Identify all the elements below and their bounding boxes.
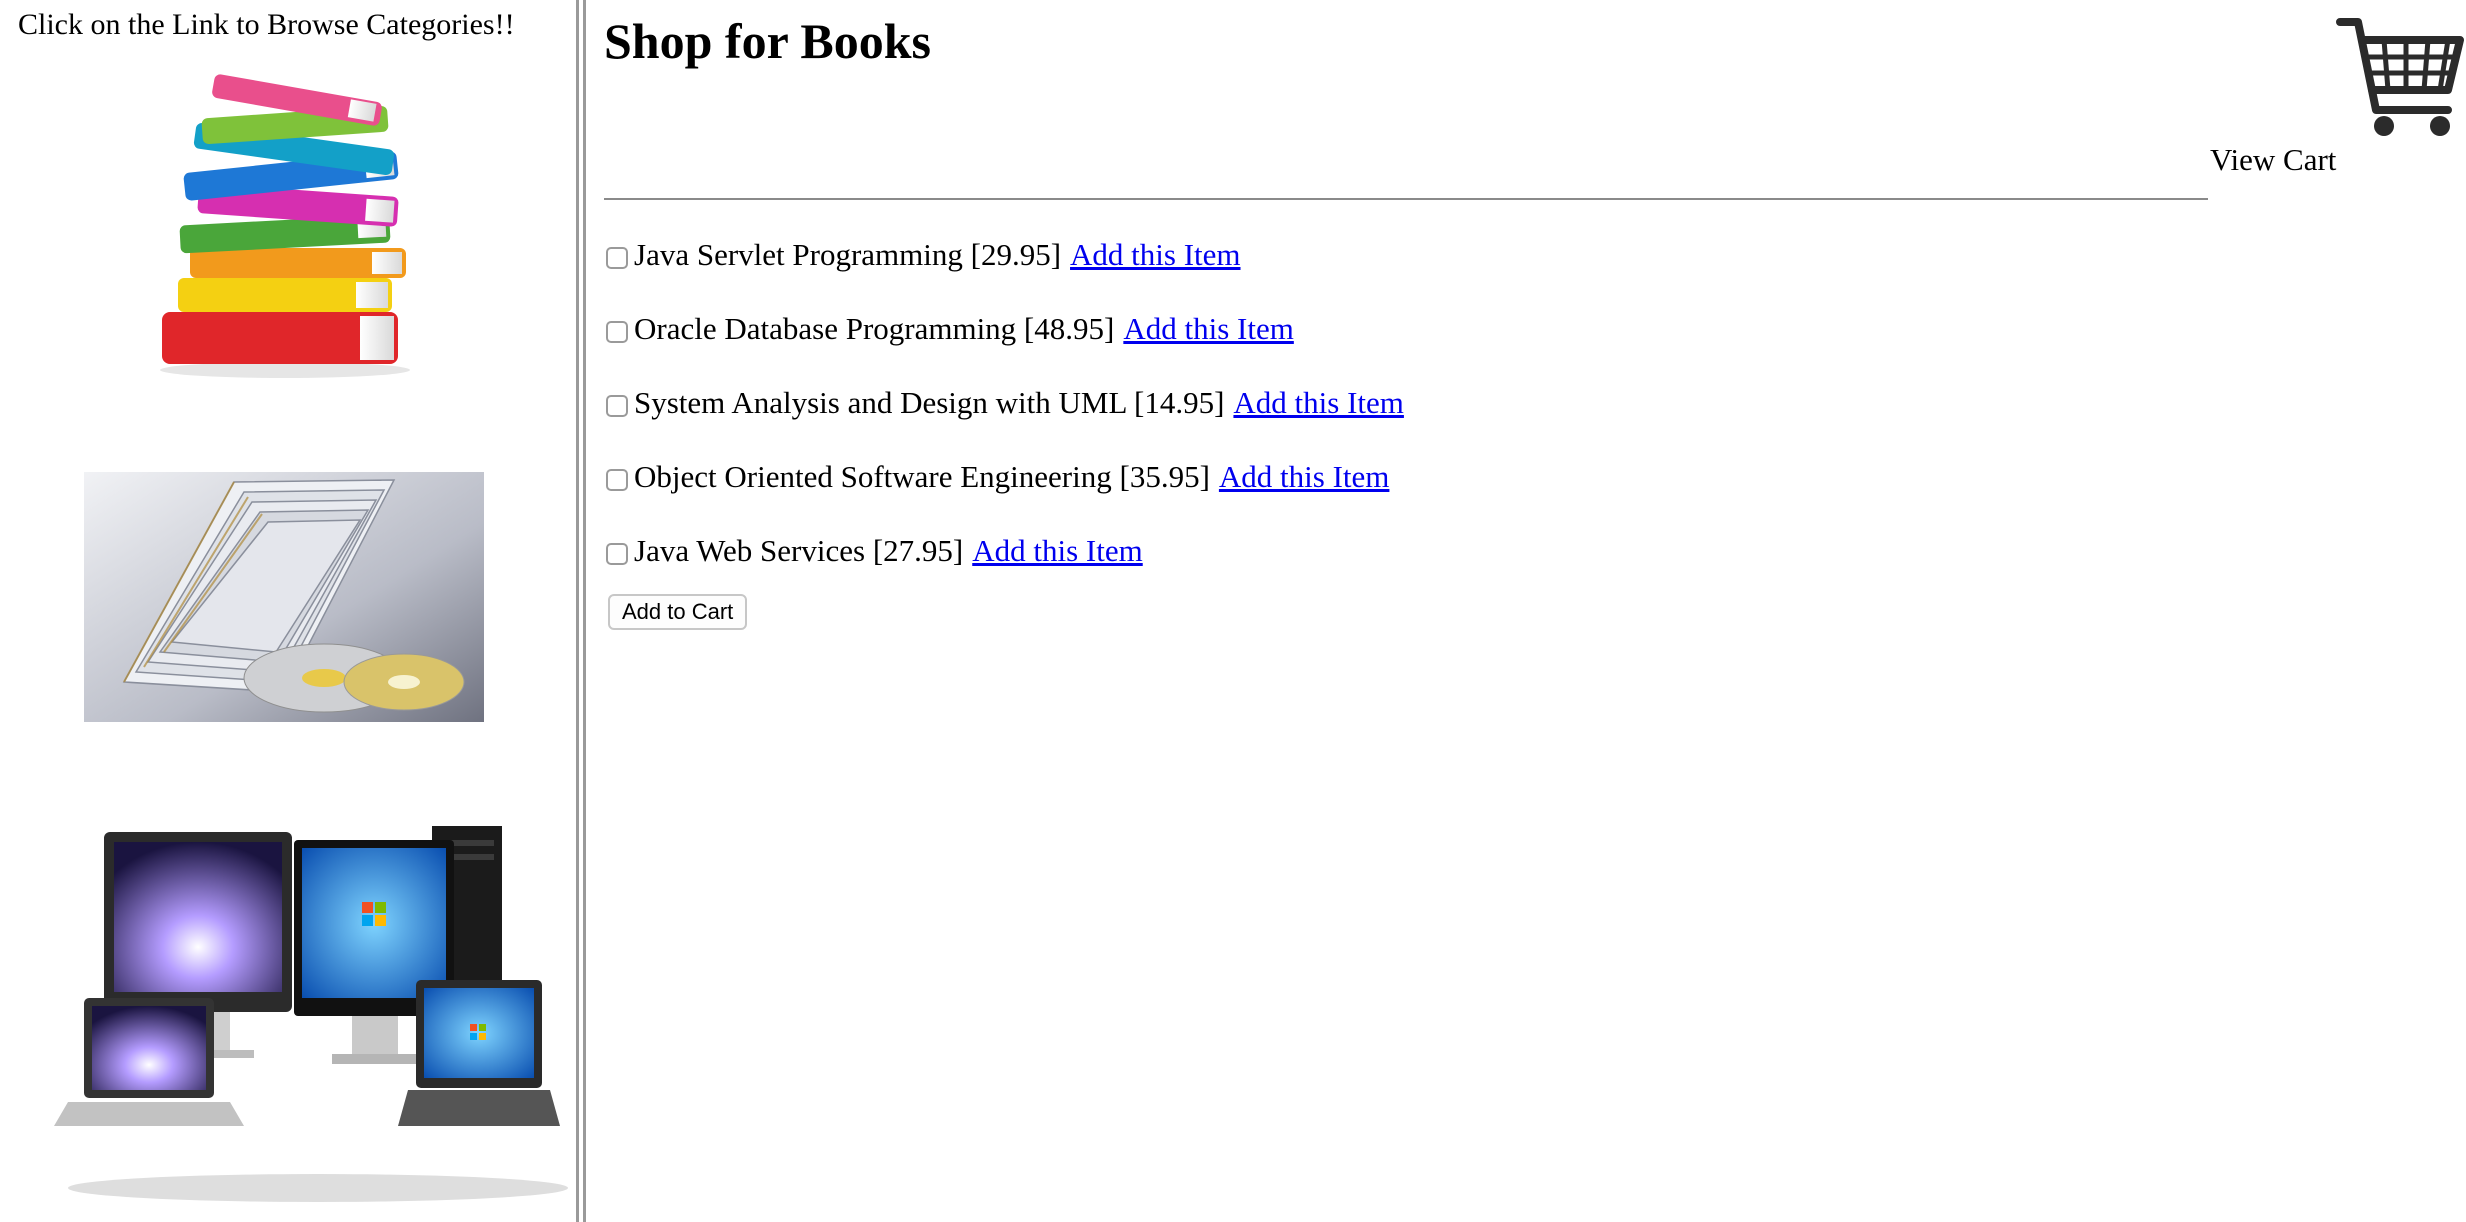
book-list: Java Servlet Programming [29.95] Add thi… bbox=[604, 218, 1404, 588]
book-label: Oracle Database Programming [48.95] bbox=[634, 311, 1115, 346]
frame-divider[interactable] bbox=[576, 0, 586, 1222]
add-item-link[interactable]: Add this Item bbox=[1233, 385, 1404, 421]
categories-frame: Click on the Link to Browse Categories!! bbox=[0, 0, 576, 1222]
book-label: Java Web Services [27.95] bbox=[634, 533, 964, 568]
add-item-link[interactable]: Add this Item bbox=[972, 533, 1143, 569]
book-row: Java Servlet Programming [29.95] Add thi… bbox=[604, 218, 1404, 292]
category-link-cds[interactable] bbox=[84, 472, 484, 722]
book-checkbox[interactable] bbox=[606, 321, 628, 343]
book-label: System Analysis and Design with UML [14.… bbox=[634, 385, 1225, 420]
book-label: Object Oriented Software Engineering [35… bbox=[634, 459, 1210, 494]
book-row: Java Web Services [27.95] Add this Item bbox=[604, 514, 1404, 588]
add-to-cart-button[interactable]: Add to Cart bbox=[608, 594, 748, 630]
browse-categories-heading: Click on the Link to Browse Categories!! bbox=[18, 8, 515, 41]
add-item-link[interactable]: Add this Item bbox=[1070, 237, 1241, 273]
shopping-cart-icon[interactable] bbox=[2336, 12, 2466, 140]
book-row: Oracle Database Programming [48.95] Add … bbox=[604, 292, 1404, 366]
book-stack-image bbox=[160, 74, 410, 378]
book-checkbox[interactable] bbox=[606, 469, 628, 491]
book-checkbox[interactable] bbox=[606, 395, 628, 417]
shop-frame: Shop for Books View Cart Java Servlet Pr bbox=[586, 0, 2466, 1222]
book-checkbox[interactable] bbox=[606, 247, 628, 269]
book-row: Object Oriented Software Engineering [35… bbox=[604, 440, 1404, 514]
add-item-link[interactable]: Add this Item bbox=[1123, 311, 1294, 347]
add-item-link[interactable]: Add this Item bbox=[1219, 459, 1390, 495]
view-cart-link[interactable]: View Cart bbox=[2210, 142, 2336, 178]
category-link-computers[interactable] bbox=[48, 826, 576, 1206]
page-title: Shop for Books bbox=[604, 13, 931, 69]
category-link-books[interactable] bbox=[150, 72, 420, 382]
book-row: System Analysis and Design with UML [14.… bbox=[604, 366, 1404, 440]
computers-image bbox=[54, 826, 568, 1202]
cd-stack-image bbox=[84, 472, 484, 722]
horizontal-rule bbox=[604, 198, 2208, 200]
book-label: Java Servlet Programming [29.95] bbox=[634, 237, 1062, 272]
book-checkbox[interactable] bbox=[606, 543, 628, 565]
